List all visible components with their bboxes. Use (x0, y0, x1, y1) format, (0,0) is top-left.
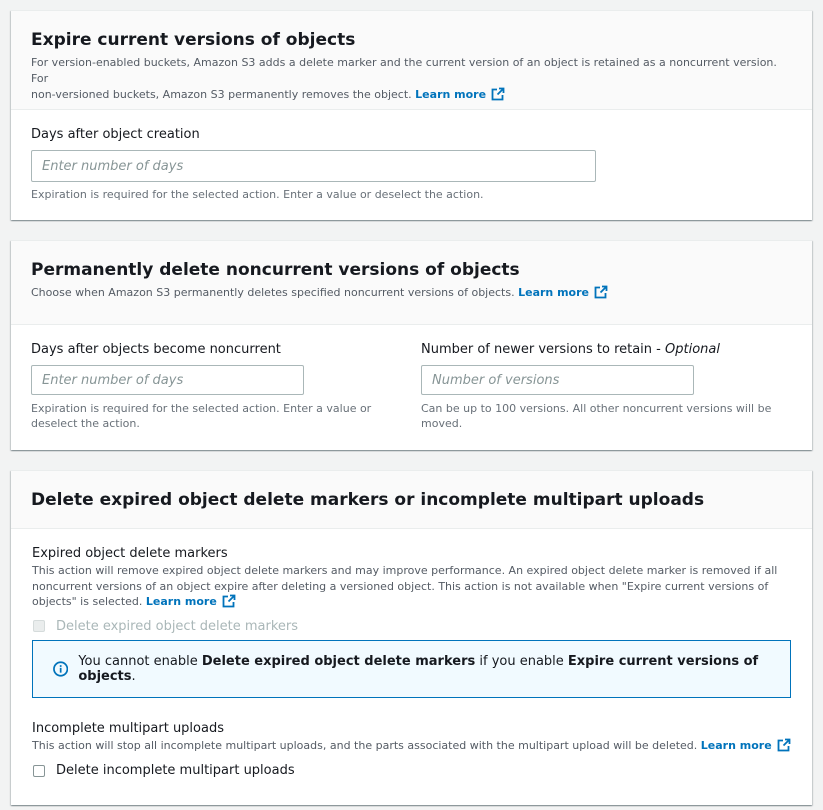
delete-expired-markers-checkbox-label: Delete expired object delete markers (56, 618, 299, 634)
panel-description: For version-enabled buckets, Amazon S3 a… (31, 56, 777, 101)
expired-markers-label: Expired object delete markers (32, 546, 228, 561)
external-link-icon (594, 285, 608, 299)
delete-incomplete-multipart-option[interactable]: Delete incomplete multipart uploads (32, 763, 792, 778)
external-link-icon (491, 87, 505, 101)
info-alert-text: You cannot enable Delete expired object … (78, 654, 759, 684)
learn-more-link[interactable]: Learn more (518, 286, 608, 299)
versions-retain-hint: Can be up to 100 versions. All other non… (421, 402, 772, 430)
learn-more-link[interactable]: Learn more (146, 595, 236, 608)
learn-more-link[interactable]: Learn more (415, 88, 505, 101)
panel-header: Expire current versions of objects For v… (11, 11, 812, 110)
days-after-creation-input[interactable] (31, 150, 596, 182)
versions-retain-label: Number of newer versions to retain - Opt… (421, 342, 720, 357)
external-link-icon (777, 738, 791, 752)
panel-body: Days after object creation Expiration is… (11, 110, 812, 202)
days-after-creation-hint: Expiration is required for the selected … (31, 188, 484, 201)
info-circle-icon (53, 661, 69, 677)
days-noncurrent-input[interactable] (31, 365, 304, 395)
days-noncurrent-hint: Expiration is required for the selected … (31, 402, 372, 430)
delete-expired-markers-option: Delete expired object delete markers (32, 619, 792, 634)
info-alert: You cannot enable Delete expired object … (32, 640, 791, 698)
panel-body: Expired object delete markers This actio… (11, 529, 812, 805)
versions-retain-field: Number of newer versions to retain - Opt… (421, 341, 791, 431)
panel-header: Permanently delete noncurrent versions o… (11, 241, 812, 325)
days-noncurrent-field: Days after objects become noncurrent Exp… (31, 341, 391, 431)
multipart-section: Incomplete multipart uploads This action… (32, 720, 792, 778)
learn-more-link[interactable]: Learn more (701, 739, 791, 752)
delete-markers-multipart-panel: Delete expired object delete markers or … (11, 470, 812, 805)
expire-current-versions-panel: Expire current versions of objects For v… (11, 10, 812, 220)
delete-incomplete-multipart-checkbox-label: Delete incomplete multipart uploads (56, 763, 295, 778)
multipart-label: Incomplete multipart uploads (32, 721, 224, 736)
panel-title: Delete expired object delete markers or … (31, 490, 705, 510)
external-link-icon (222, 594, 236, 608)
expired-markers-section: Expired object delete markers This actio… (32, 545, 792, 634)
delete-expired-markers-checkbox[interactable] (33, 620, 45, 632)
expired-markers-description: This action will remove expired object d… (32, 564, 778, 608)
days-after-creation-label: Days after object creation (31, 127, 200, 142)
panel-title: Expire current versions of objects (31, 30, 356, 50)
multipart-description: This action will stop all incomplete mul… (32, 738, 792, 753)
delete-noncurrent-versions-panel: Permanently delete noncurrent versions o… (11, 240, 812, 450)
delete-incomplete-multipart-checkbox[interactable] (33, 764, 45, 777)
versions-retain-input[interactable] (421, 365, 694, 395)
panel-body: Days after objects become noncurrent Exp… (11, 325, 812, 449)
panel-description: Choose when Amazon S3 permanently delete… (31, 285, 792, 301)
panel-header: Delete expired object delete markers or … (11, 471, 812, 529)
panel-title: Permanently delete noncurrent versions o… (31, 260, 520, 280)
days-noncurrent-label: Days after objects become noncurrent (31, 342, 281, 357)
